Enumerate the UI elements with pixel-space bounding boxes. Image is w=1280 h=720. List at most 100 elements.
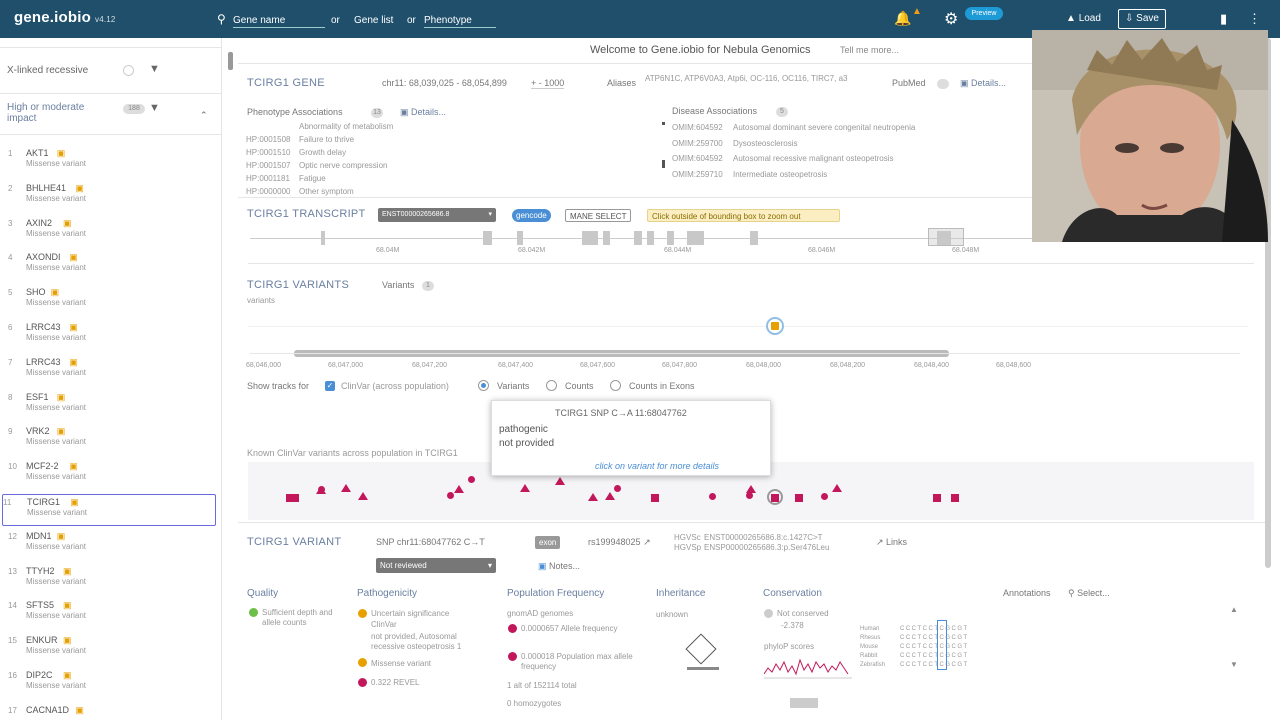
- clinvar-variant-marker[interactable]: [821, 493, 828, 500]
- clinvar-variant-marker[interactable]: [832, 484, 842, 492]
- phenotype-details-link[interactable]: ▣ Details...: [400, 107, 446, 118]
- phenotype-associations-label: Phenotype Associations: [247, 107, 343, 117]
- clinvar-variant-marker[interactable]: [614, 485, 621, 492]
- gene-list-item[interactable]: 4 AXONDI ▣ Missense variant: [8, 250, 208, 282]
- more-menu-icon[interactable]: ⋮: [1248, 11, 1261, 27]
- disease-id[interactable]: OMIM:604592: [672, 154, 723, 163]
- gear-icon[interactable]: ⚙: [944, 9, 958, 29]
- gene-list-item[interactable]: 16 DIP2C ▣ Missense variant: [8, 668, 208, 700]
- disease-id[interactable]: OMIM:604592: [672, 123, 723, 132]
- scroll-up-icon[interactable]: ▲: [1230, 605, 1238, 614]
- gene-list-item[interactable]: 13 TTYH2 ▣ Missense variant: [8, 564, 208, 596]
- or-label: or: [407, 15, 416, 26]
- phenotype-name[interactable]: Fatigue: [299, 174, 326, 183]
- hovered-variant-ring[interactable]: [767, 489, 783, 505]
- filter-icon[interactable]: ▼: [149, 102, 160, 114]
- rsid-link[interactable]: rs199948025 ↗: [588, 537, 651, 548]
- clinvar-variant-marker[interactable]: [746, 485, 756, 493]
- clinvar-variant-marker[interactable]: [318, 486, 325, 493]
- phenotype-name[interactable]: Failure to thrive: [299, 135, 354, 144]
- counts-radio[interactable]: [546, 380, 557, 391]
- clinvar-variant-marker[interactable]: [358, 492, 368, 500]
- notes-button[interactable]: ▣ Notes...: [538, 561, 580, 572]
- disease-id[interactable]: OMIM:259710: [672, 170, 723, 179]
- save-button[interactable]: ⇩ Save: [1118, 9, 1166, 29]
- filter-xlinked-label[interactable]: X-linked recessive: [7, 65, 88, 76]
- clinvar-variant-marker[interactable]: [520, 484, 530, 492]
- clinvar-variant-marker[interactable]: [447, 492, 454, 499]
- inheritance-header: Inheritance: [656, 588, 706, 599]
- clinvar-variant-marker[interactable]: [468, 476, 475, 483]
- phenotype-name[interactable]: Growth delay: [299, 148, 346, 157]
- chevron-up-icon[interactable]: ⌃: [200, 110, 208, 121]
- gene-list-item[interactable]: 1 AKT1 ▣ Missense variant: [8, 146, 208, 178]
- links-button[interactable]: ↗ Links: [876, 537, 907, 548]
- clinvar-variant-marker[interactable]: [709, 493, 716, 500]
- filter-icon[interactable]: ▼: [149, 63, 160, 75]
- gene-list-item[interactable]: 11 TCIRG1 ▣ Missense variant: [2, 494, 216, 526]
- variants-radio-label: Variants: [497, 381, 530, 391]
- gene-details-link[interactable]: ▣ Details...: [960, 78, 1006, 89]
- gene-list-item[interactable]: 15 ENKUR ▣ Missense variant: [8, 633, 208, 665]
- filter-impact-label[interactable]: High or moderate impact: [7, 102, 84, 124]
- gene-list-item[interactable]: 2 BHLHE41 ▣ Missense variant: [8, 181, 208, 213]
- gene-list-item[interactable]: 14 SFTS5 ▣ Missense variant: [8, 598, 208, 630]
- clinvar-variant-marker[interactable]: [795, 494, 803, 502]
- phenotype-name[interactable]: Other symptom: [299, 187, 354, 196]
- clinvar-variant-marker[interactable]: [291, 494, 299, 502]
- phenotype-name[interactable]: Optic nerve compression: [299, 161, 387, 170]
- clinvar-variant-marker[interactable]: [588, 493, 598, 501]
- tell-me-more-link[interactable]: Tell me more...: [840, 45, 899, 55]
- phylop-label: phyloP scores: [764, 642, 815, 651]
- gene-list-item[interactable]: 12 MDN1 ▣ Missense variant: [8, 529, 208, 561]
- gene-list-item[interactable]: 10 MCF2-2 ▣ Missense variant: [8, 459, 208, 491]
- clinvar-variant-marker[interactable]: [933, 494, 941, 502]
- transcript-section-title: TCIRG1 TRANSCRIPT: [247, 208, 366, 220]
- tooltip-details-link[interactable]: click on variant for more details: [595, 461, 719, 471]
- divider: [238, 63, 1033, 64]
- phenotype-name[interactable]: Abnormality of metabolism: [299, 122, 393, 131]
- gene-name-search-input[interactable]: Gene name: [233, 15, 325, 28]
- clinvar-variant-marker[interactable]: [746, 492, 753, 499]
- gene-list-item[interactable]: 17 CACNA1D ▣: [8, 703, 208, 720]
- sidebar-scrollbar[interactable]: [228, 52, 233, 70]
- phenotype-search-input[interactable]: Phenotype: [424, 15, 496, 28]
- clinvar-variant-marker[interactable]: [951, 494, 959, 502]
- bell-icon[interactable]: 🔔: [894, 10, 911, 27]
- variants-radio[interactable]: [478, 380, 489, 391]
- selected-variant-marker[interactable]: [766, 317, 784, 335]
- clinvar-variant-marker[interactable]: [454, 485, 464, 493]
- phylop-range-thumb[interactable]: [790, 698, 818, 708]
- clinvar-variant-marker[interactable]: [651, 494, 659, 502]
- clinvar-variant-marker[interactable]: [341, 484, 351, 492]
- clinvar-checkbox[interactable]: ✓: [325, 381, 335, 391]
- variant-type: Missense variant: [26, 681, 87, 690]
- warning-icon[interactable]: ▲: [912, 6, 922, 17]
- annotations-select[interactable]: ⚲ Select...: [1068, 588, 1110, 599]
- gene-list-item[interactable]: 6 LRRC43 ▣ Missense variant: [8, 320, 208, 352]
- panel-icon[interactable]: ▮: [1220, 11, 1227, 27]
- gene-list-item[interactable]: 3 AXIN2 ▣ Missense variant: [8, 216, 208, 248]
- disease-scrollbar[interactable]: [662, 122, 665, 182]
- preview-pill[interactable]: Preview: [965, 7, 1003, 20]
- variants-track-label: variants: [247, 296, 276, 305]
- scroll-down-icon[interactable]: ▼: [1230, 660, 1238, 669]
- counts-in-exons-radio[interactable]: [610, 380, 621, 391]
- gene-list-item[interactable]: 5 SHO ▣ Missense variant: [8, 285, 208, 317]
- disease-id[interactable]: OMIM:259700: [672, 139, 723, 148]
- pubmed-label[interactable]: PubMed: [892, 78, 926, 88]
- region-buffer-input[interactable]: + - 1000: [531, 78, 565, 89]
- clinvar-variant-marker[interactable]: [605, 492, 615, 500]
- gene-list-item[interactable]: 8 ESF1 ▣ Missense variant: [8, 390, 208, 422]
- variant-snp: SNP chr11:68047762 C→T: [376, 537, 485, 547]
- app-logo[interactable]: gene.iobio v4.12: [14, 9, 116, 26]
- gene-list-item[interactable]: 9 VRK2 ▣ Missense variant: [8, 424, 208, 456]
- gene-list-link[interactable]: Gene list: [354, 15, 393, 27]
- clinvar-variant-marker[interactable]: [555, 477, 565, 485]
- transcript-select[interactable]: ENST00000265686.8 ▾: [378, 208, 496, 222]
- zoom-bounding-box[interactable]: [928, 228, 964, 246]
- gene-list-item[interactable]: 7 LRRC43 ▣ Missense variant: [8, 355, 208, 387]
- star-icon: ▣: [63, 217, 72, 228]
- review-status-select[interactable]: Not reviewed ▾: [376, 558, 496, 573]
- load-button[interactable]: ▲ Load: [1060, 10, 1107, 30]
